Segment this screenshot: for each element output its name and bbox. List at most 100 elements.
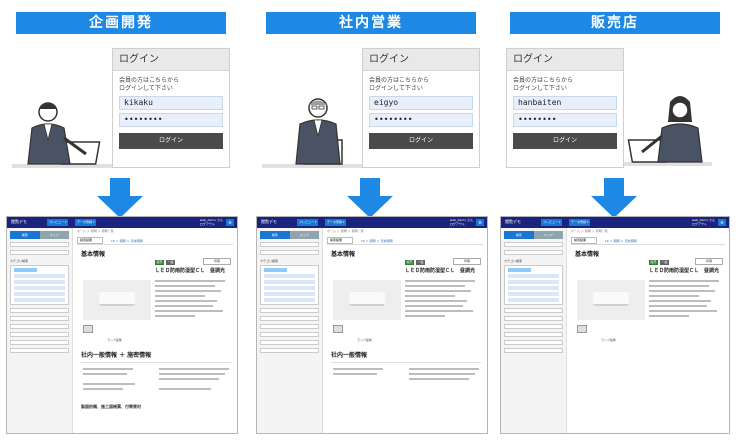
thumbnail[interactable]: [577, 325, 587, 333]
role-header: 社内営業: [266, 12, 476, 34]
filter-row[interactable]: [260, 316, 319, 321]
username-field[interactable]: hanbaiten: [513, 96, 617, 110]
filter-row[interactable]: [504, 332, 563, 337]
arrow-down-icon: [591, 178, 637, 218]
filter-row[interactable]: [504, 308, 563, 313]
tab-search[interactable]: 検索: [10, 231, 40, 239]
password-field[interactable]: ••••••••: [369, 113, 473, 127]
section-basic: 基本情報: [81, 251, 106, 258]
app-screen: 閲覧デモ プレビュー ▾ データ登録 ▾ web_demo さん ログアウト ⚙ …: [256, 216, 488, 434]
product-name: ＬＥＤ防雨防湿型ＣＬ 昼調光: [405, 268, 476, 274]
app-topbar: 閲覧デモ プレビュー ▾ データ登録 ▾ web_demo さん ログアウト ⚙: [257, 217, 487, 228]
filter-row[interactable]: [504, 242, 563, 247]
login-panel: ログイン 会員の方はこちらから ログインして下さい kikaku •••••••…: [112, 48, 230, 168]
login-panel: ログイン 会員の方はこちらから ログインして下さい eigyo ••••••••…: [362, 48, 480, 168]
filter-row[interactable]: [504, 348, 563, 353]
internal-info-box: [331, 362, 481, 396]
gear-icon[interactable]: ⚙: [226, 219, 234, 226]
category-tree[interactable]: [260, 265, 319, 305]
filter-row[interactable]: [260, 348, 319, 353]
internal-info-box: [81, 362, 231, 396]
login-title: ログイン: [507, 49, 623, 71]
login-title: ログイン: [363, 49, 479, 71]
section-internal: 社内一般情報 ＋ 施密情報: [81, 352, 152, 359]
filter-row[interactable]: [10, 308, 69, 313]
status-badge: 販売: [405, 260, 414, 265]
login-button[interactable]: ログイン: [369, 133, 473, 149]
category-heading: カテゴリ検索: [504, 259, 523, 263]
preview-menu[interactable]: プレビュー ▾: [297, 219, 319, 226]
image-caption: ランプ画像: [107, 338, 122, 342]
product-row: 販売 一般 ＬＥＤ防雨防湿型ＣＬ 昼調光 ランプ画像: [331, 260, 481, 344]
category-path: LR ＞ 照明 ＞ 天井照明: [361, 239, 393, 243]
tab-result[interactable]: 検索結果: [571, 237, 597, 244]
image-caption: ランプ画像: [601, 338, 616, 342]
section-basic: 基本情報: [331, 251, 356, 258]
data-register-menu[interactable]: データ登録 ▾: [325, 219, 347, 226]
filter-row[interactable]: [10, 242, 69, 247]
breadcrumb: ホーム ＞ 照明 ＞ 照明一覧: [77, 229, 114, 233]
status-badge: 一般: [416, 260, 425, 265]
login-button[interactable]: ログイン: [513, 133, 617, 149]
username-field[interactable]: eigyo: [369, 96, 473, 110]
lamp-image: [349, 292, 385, 306]
thumbnail[interactable]: [333, 325, 343, 333]
filter-row[interactable]: [10, 340, 69, 345]
app-logo: 閲覧デモ: [11, 219, 27, 224]
gear-icon[interactable]: ⚙: [476, 219, 484, 226]
product-name: ＬＥＤ防雨防湿型ＣＬ 昼調光: [649, 268, 720, 274]
filter-row[interactable]: [260, 250, 319, 255]
status-badge: 販売: [649, 260, 658, 265]
gear-icon[interactable]: ⚙: [718, 219, 726, 226]
person-illustration-female-worker: [612, 96, 712, 166]
app-screen: 閲覧デモ プレビュー ▾ データ登録 ▾ web_demo さん ログアウト ⚙ …: [500, 216, 730, 434]
section-internal: 社内一般情報: [331, 352, 368, 359]
preview-menu[interactable]: プレビュー ▾: [47, 219, 69, 226]
app-topbar: 閲覧デモ プレビュー ▾ データ登録 ▾ web_demo さん ログアウト ⚙: [501, 217, 729, 228]
main-content: ホーム ＞ 照明 ＞ 照明一覧 検索結果 LR ＞ 照明 ＞ 天井照明 印刷 基…: [567, 228, 729, 433]
main-content: ホーム ＞ 照明 ＞ 照明一覧 検索結果 LR ＞ 照明 ＞ 天井照明 印刷 基…: [73, 228, 237, 433]
section-footer: 製図依頼、施工図帳票、付帯資材: [81, 404, 141, 409]
password-field[interactable]: ••••••••: [513, 113, 617, 127]
filter-row[interactable]: [260, 308, 319, 313]
thumbnail[interactable]: [83, 325, 93, 333]
tab-result[interactable]: 検索結果: [327, 237, 353, 244]
filter-row[interactable]: [260, 324, 319, 329]
filter-row[interactable]: [260, 332, 319, 337]
data-register-menu[interactable]: データ登録 ▾: [75, 219, 97, 226]
login-title: ログイン: [113, 49, 229, 71]
category-tree[interactable]: [10, 265, 69, 305]
filter-row[interactable]: [10, 332, 69, 337]
filter-row[interactable]: [10, 316, 69, 321]
tab-map[interactable]: マップ: [39, 231, 69, 239]
filter-row[interactable]: [260, 340, 319, 345]
breadcrumb: ホーム ＞ 照明 ＞ 照明一覧: [327, 229, 364, 233]
preview-menu[interactable]: プレビュー ▾: [541, 219, 563, 226]
filter-row[interactable]: [504, 250, 563, 255]
tab-map[interactable]: マップ: [289, 231, 319, 239]
username-field[interactable]: kikaku: [119, 96, 223, 110]
user-info: web_demo さん ログアウト: [199, 218, 223, 226]
filter-row[interactable]: [504, 324, 563, 329]
arrow-down-icon: [347, 178, 393, 218]
password-field[interactable]: ••••••••: [119, 113, 223, 127]
filter-row[interactable]: [10, 324, 69, 329]
filter-row[interactable]: [260, 242, 319, 247]
column-kikaku: 企画開発 ログイン 会員の方はこちらから ログインして下さい kikaku ••…: [0, 0, 240, 442]
sidebar: 検索 マップ カテゴリ検索: [7, 228, 73, 433]
tab-result[interactable]: 検索結果: [77, 237, 103, 244]
filter-row[interactable]: [504, 340, 563, 345]
data-register-menu[interactable]: データ登録 ▾: [569, 219, 591, 226]
filter-row[interactable]: [10, 250, 69, 255]
login-button[interactable]: ログイン: [119, 133, 223, 149]
filter-row[interactable]: [504, 316, 563, 321]
tab-map[interactable]: マップ: [533, 231, 563, 239]
app-logo: 閲覧デモ: [261, 219, 277, 224]
filter-row[interactable]: [10, 348, 69, 353]
lamp-image: [593, 292, 629, 306]
category-tree[interactable]: [504, 265, 563, 305]
tab-search[interactable]: 検索: [504, 231, 534, 239]
sidebar: 検索 マップ カテゴリ検索: [501, 228, 567, 433]
tab-search[interactable]: 検索: [260, 231, 290, 239]
person-illustration-male-manager: [262, 98, 362, 168]
